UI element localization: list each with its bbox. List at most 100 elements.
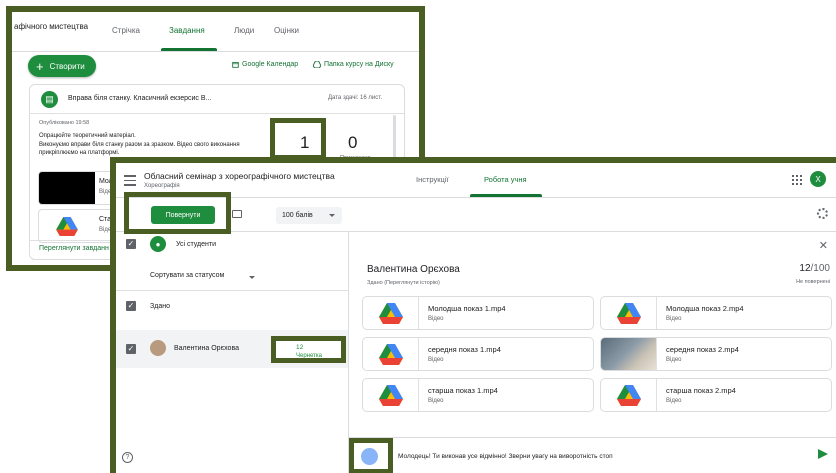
comment-bar: Молодець! Ти виконав усе відмінно! Зверн… — [349, 437, 836, 473]
calendar-link-label: Google Календар — [242, 61, 299, 68]
classwork-header: афічного мистецтва Стрічка Завдання Люди… — [12, 12, 419, 52]
grade-status: Чернетка — [296, 353, 322, 359]
active-tab-indicator — [470, 194, 542, 197]
create-label: Створити — [49, 61, 85, 71]
file-name: старша показ 2.mp4 — [666, 386, 736, 395]
tab-classwork[interactable]: Завдання — [169, 26, 205, 35]
file-card[interactable]: старша показ 2.mp4 Відео — [600, 378, 832, 412]
student-list-pane: ✓ ● Усі студенти Сортувати за статусом ✓… — [116, 232, 349, 473]
tab-grades[interactable]: Оцінки — [274, 26, 299, 35]
file-card[interactable]: середня показ 2.mp4 Відео — [600, 337, 832, 371]
file-type: Відео — [428, 398, 444, 404]
grade-cell[interactable]: 12 Чернетка — [271, 336, 346, 363]
student-work-window: Обласний семінар з хореографічного мисте… — [110, 157, 836, 473]
score-total: /100 — [810, 263, 830, 274]
email-icon[interactable] — [232, 210, 242, 218]
file-card[interactable]: Молодша показ 1.mp4 Відео — [362, 296, 594, 330]
screenshot-canvas: афічного мистецтва Стрічка Завдання Люди… — [0, 0, 836, 473]
student-detail-pane: ✕ Валентина Орєхова Здано (Переглянути і… — [349, 232, 836, 473]
tab-people[interactable]: Люди — [234, 26, 254, 35]
plus-icon: + — [36, 58, 44, 74]
file-type: Відео — [428, 357, 444, 363]
description-line: Виконуємо вправи біля станку разом за зр… — [39, 141, 240, 148]
course-title: афічного мистецтва — [14, 22, 89, 31]
chevron-down-icon[interactable] — [249, 276, 255, 279]
file-name: Молодша показ 1.mp4 — [428, 304, 506, 313]
divider — [116, 290, 348, 291]
tab-student-work[interactable]: Робота учня — [484, 175, 527, 184]
grade-value[interactable]: 12 — [296, 344, 303, 351]
tab-instructions[interactable]: Інструкції — [416, 175, 449, 184]
course-subtitle: Хореографія — [144, 183, 180, 189]
assignment-due-date: Дата здачі: 16 лист. — [327, 95, 382, 101]
file-card[interactable]: Молодша показ 2.mp4 Відео — [600, 296, 832, 330]
file-name: старша показ 1.mp4 — [428, 386, 498, 395]
file-type: Відео — [666, 398, 682, 404]
sort-select[interactable]: Сортувати за статусом — [150, 272, 224, 279]
help-icon[interactable]: ? — [122, 452, 133, 463]
student-row[interactable]: ✓ Валентина Орєхова 12 Чернетка — [116, 330, 348, 368]
view-assignment-link[interactable]: Переглянути завданн — [39, 245, 109, 252]
handed-in-count[interactable]: 1 — [300, 133, 309, 153]
score-display[interactable]: 12/100 — [799, 263, 830, 274]
file-card[interactable]: старша показ 1.mp4 Відео — [362, 378, 594, 412]
posted-time: Опубліковано 19:58 — [39, 120, 90, 126]
top-bar: Обласний семінар з хореографічного мисте… — [116, 163, 836, 198]
all-students-label: Усі студенти — [176, 241, 216, 248]
file-type: Відео — [428, 316, 444, 322]
points-select[interactable]: 100 балів — [276, 207, 342, 224]
assignment-description: Опрацюйте теоретичний матеріал. Виконуєм… — [39, 132, 299, 158]
file-name: середня показ 1.mp4 — [428, 345, 501, 354]
google-drive-icon — [363, 297, 419, 329]
video-thumbnail — [39, 172, 95, 204]
file-name: Молодша показ 2.mp4 — [666, 304, 744, 313]
student-name: Валентина Орєхова — [174, 345, 239, 352]
gear-icon[interactable] — [817, 208, 828, 219]
group-icon: ● — [150, 236, 166, 252]
google-drive-icon — [363, 379, 419, 411]
submission-status[interactable]: Здано (Переглянути історію) — [367, 280, 440, 286]
create-button[interactable]: + Створити — [28, 55, 96, 77]
google-calendar-link[interactable]: Google Календар — [232, 61, 298, 68]
section-label-handed-in: Здано — [150, 303, 170, 310]
private-comment-input[interactable]: Молодець! Ти виконав усе відмінно! Зверн… — [398, 453, 613, 460]
points-value: 100 балів — [282, 212, 313, 219]
google-drive-icon — [601, 297, 657, 329]
send-icon[interactable] — [818, 449, 828, 459]
avatar — [361, 448, 378, 465]
drive-icon — [313, 61, 321, 68]
course-title: Обласний семінар з хореографічного мисте… — [144, 171, 335, 181]
section-checkbox[interactable]: ✓ — [126, 301, 136, 311]
drive-folder-link[interactable]: Папка курсу на Диску — [313, 61, 394, 68]
chevron-down-icon — [329, 214, 335, 217]
select-all-checkbox[interactable]: ✓ — [126, 239, 136, 249]
active-tab-indicator — [161, 48, 217, 51]
google-drive-icon — [363, 338, 419, 370]
assignment-icon: ▤ — [41, 91, 58, 108]
google-drive-icon — [601, 379, 657, 411]
return-button[interactable]: Повернути — [151, 206, 215, 224]
score-value: 12 — [799, 263, 811, 274]
apps-grid-icon[interactable] — [792, 175, 802, 185]
file-name: середня показ 2.mp4 — [666, 345, 739, 354]
close-icon[interactable]: ✕ — [819, 239, 828, 252]
description-line: Опрацюйте теоретичний матеріал. — [39, 133, 136, 139]
file-type: Відео — [666, 357, 682, 363]
score-status: Не повернені — [796, 279, 830, 285]
drive-link-label: Папка курсу на Диску — [324, 61, 394, 68]
file-card[interactable]: середня показ 1.mp4 Відео — [362, 337, 594, 371]
divider — [30, 113, 404, 114]
account-avatar[interactable]: Х — [810, 171, 826, 187]
drive-thumbnail — [39, 210, 95, 242]
student-checkbox[interactable]: ✓ — [126, 344, 136, 354]
assigned-count[interactable]: 0 — [348, 133, 357, 153]
file-type: Відео — [666, 316, 682, 322]
menu-icon[interactable] — [124, 175, 136, 186]
assignment-title[interactable]: Вправа біля станку. Класичний екзерсис В… — [68, 95, 211, 102]
calendar-icon — [232, 61, 239, 68]
avatar — [150, 340, 166, 356]
toolbar: Повернути 100 балів — [116, 198, 836, 232]
tab-stream[interactable]: Стрічка — [112, 26, 140, 35]
google-drive-icon — [56, 216, 78, 236]
detail-student-name: Валентина Орєхова — [367, 264, 460, 275]
